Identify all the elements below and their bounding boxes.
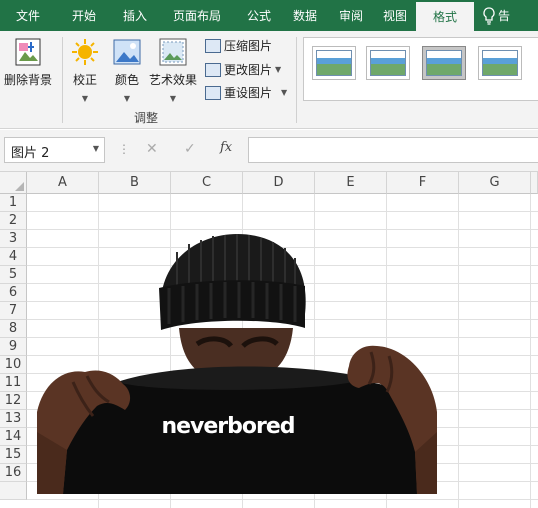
row-header[interactable]: 1 [0,194,27,212]
cancel-icon[interactable]: ✕ [146,141,158,157]
column-header[interactable]: G [459,172,531,194]
adjust-group-label: 调整 [134,111,159,125]
ribbon-format-panel: 删除背景 校正 ▼ 颜色 ▼ 艺术效果 ▼ 压缩图片 更改图片 ▼ 重设图片 ▼ [0,31,538,129]
inserted-picture[interactable]: neverbored [37,232,437,494]
tab-formulas[interactable]: 公式 [236,0,282,31]
column-header[interactable]: C [171,172,243,194]
formula-bar-grip[interactable]: ⋮ [118,142,130,156]
row-header[interactable]: 12 [0,392,27,410]
remove-background-button[interactable]: 删除背景 [4,37,52,88]
row-header[interactable]: 9 [0,338,27,356]
tab-page-layout[interactable]: 页面布局 [158,0,236,31]
picture-style-thumb[interactable] [366,46,410,80]
tab-home[interactable]: 开始 [56,0,112,31]
ribbon-tab-bar: 文件 开始 插入 页面布局 公式 数据 审阅 视图 格式 告 [0,0,538,31]
row-header[interactable]: 2 [0,212,27,230]
tab-format[interactable]: 格式 [416,2,474,31]
chevron-down-icon: ▼ [92,144,99,153]
row-header[interactable]: 11 [0,374,27,392]
chevron-down-icon: ▼ [123,94,131,103]
row-header[interactable]: 6 [0,284,27,302]
change-picture-button[interactable]: 更改图片 ▼ [205,61,281,78]
picture-style-thumb[interactable] [478,46,522,80]
tab-insert[interactable]: 插入 [112,0,158,31]
picture-style-preview [426,50,462,76]
row-header[interactable]: 5 [0,266,27,284]
row-header[interactable]: 15 [0,446,27,464]
column-header[interactable]: E [315,172,387,194]
tab-file[interactable]: 文件 [0,0,56,31]
tab-data[interactable]: 数据 [282,0,328,31]
enter-icon[interactable]: ✓ [184,141,196,157]
row-header[interactable]: 4 [0,248,27,266]
color-button[interactable]: 颜色 ▼ [112,37,142,103]
column-header[interactable] [531,172,538,194]
insert-function-icon[interactable]: fx [220,140,232,155]
picture-style-thumb[interactable] [422,46,466,80]
row-header[interactable]: 10 [0,356,27,374]
reset-picture-label: 重设图片 [224,86,273,100]
formula-input[interactable] [248,137,538,163]
tab-view[interactable]: 视图 [374,0,416,31]
ribbon-separator [296,37,297,123]
tell-me-box[interactable]: 告 [474,0,510,31]
compress-pictures-label: 压缩图片 [224,39,273,53]
tab-review[interactable]: 审阅 [328,0,374,31]
column-header[interactable]: B [99,172,171,194]
lightbulb-icon [483,6,495,25]
corrections-label: 校正 [72,73,97,87]
picture-style-thumb[interactable] [312,46,356,80]
remove-background-icon [13,37,43,67]
reset-picture-button[interactable]: 重设图片 ▼ [205,84,287,101]
row-header[interactable]: 14 [0,428,27,446]
column-header[interactable]: F [387,172,459,194]
row-header[interactable]: 7 [0,302,27,320]
artistic-effects-label: 艺术效果 [149,73,198,87]
compress-icon [205,38,221,53]
artistic-effects-icon [158,37,188,67]
person-photo [37,234,437,494]
compress-pictures-button[interactable]: 压缩图片 [205,37,272,54]
chevron-down-icon: ▼ [169,94,177,103]
reset-picture-icon [205,85,221,100]
color-label: 颜色 [114,73,139,87]
name-box[interactable]: 图片 2 ▼ [4,137,105,163]
chevron-down-icon: ▼ [275,65,282,74]
row-header[interactable]: 8 [0,320,27,338]
select-all-button[interactable] [0,172,27,194]
tell-me-text: 告 [498,9,511,23]
remove-background-label: 删除背景 [4,73,53,87]
picture-styles-gallery [303,37,538,101]
change-picture-label: 更改图片 [224,63,273,77]
column-header[interactable]: A [27,172,99,194]
row-header[interactable]: 3 [0,230,27,248]
artistic-effects-button[interactable]: 艺术效果 ▼ [149,37,197,103]
formula-bar: 图片 2 ▼ ⋮ ✕ ✓ fx [0,130,538,172]
shirt-print-text: neverbored [161,414,295,439]
color-picture-icon [112,37,142,67]
corrections-button[interactable]: 校正 ▼ [70,37,100,103]
chevron-down-icon: ▼ [81,94,89,103]
column-header[interactable]: D [243,172,315,194]
picture-style-preview [316,50,352,76]
row-header[interactable] [0,482,27,500]
picture-style-preview [370,50,406,76]
chevron-down-icon: ▼ [281,88,288,97]
sun-icon [70,37,100,67]
picture-style-preview [482,50,518,76]
row-header[interactable]: 16 [0,464,27,482]
name-box-value: 图片 2 [11,146,50,161]
ribbon-separator [62,37,63,123]
change-picture-icon [205,62,221,77]
row-header[interactable]: 13 [0,410,27,428]
